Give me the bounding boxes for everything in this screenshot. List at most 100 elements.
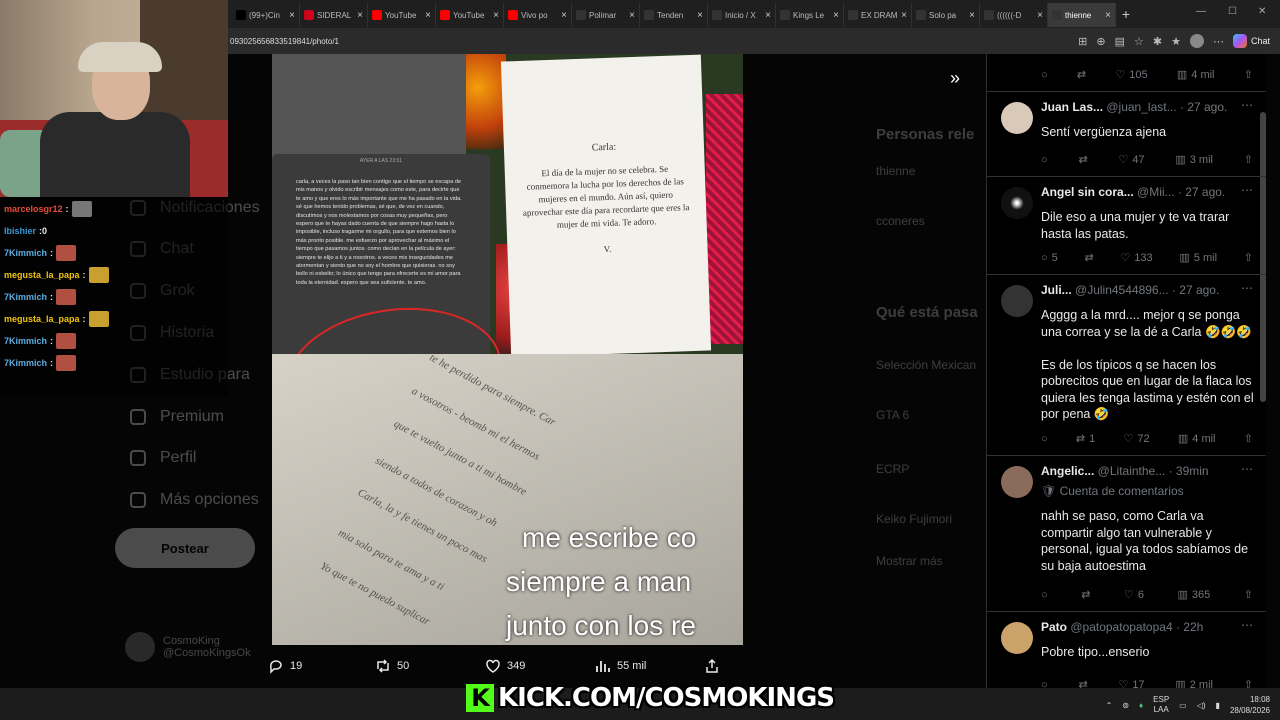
reply-author-name[interactable]: Pato <box>1041 620 1067 634</box>
nav-item[interactable]: Premium <box>130 408 224 426</box>
tab-close-icon[interactable]: × <box>1105 10 1111 21</box>
browser-tab[interactable]: EX DRAM × <box>844 3 912 27</box>
new-tab-button[interactable]: + <box>1116 6 1136 22</box>
tab-close-icon[interactable]: × <box>833 10 839 21</box>
tab-close-icon[interactable]: × <box>357 10 363 21</box>
tab-close-icon[interactable]: × <box>901 10 907 21</box>
reply-item[interactable]: Juli... @Julin4544896... · 27 ago. ⋯ Agggg… <box>987 275 1266 456</box>
tab-close-icon[interactable]: × <box>969 10 975 21</box>
chat-username[interactable]: 7Kimmich <box>4 248 47 258</box>
battery-icon[interactable]: ▮ <box>1216 701 1220 710</box>
reply-repost-action[interactable]: ⇄ <box>1081 588 1090 601</box>
reply-item[interactable]: ○ ⇄ ♡ 105 ▥ 4 mil ⇧ <box>987 54 1266 92</box>
tab-close-icon[interactable]: × <box>765 10 771 21</box>
tab-close-icon[interactable]: × <box>697 10 703 21</box>
avatar[interactable] <box>1001 466 1033 498</box>
reader-icon[interactable]: ▤ <box>1115 35 1125 48</box>
browser-tab[interactable]: Tenden × <box>640 3 708 27</box>
reply-repost-action[interactable]: ⇄ <box>1078 678 1087 688</box>
reply-author-name[interactable]: Angel sin cora... <box>1041 185 1134 199</box>
chat-username[interactable]: Ibishier <box>4 226 36 236</box>
reply-reply-action[interactable]: ○ <box>1041 69 1048 81</box>
reply-reply-action[interactable]: ○ <box>1041 154 1048 166</box>
volume-icon[interactable]: ◁) <box>1197 701 1206 710</box>
views-action[interactable]: 55 mil <box>595 658 646 674</box>
reply-heart-action[interactable]: ♡ 133 <box>1120 251 1152 265</box>
extension-icon[interactable]: ✱ <box>1153 35 1162 48</box>
tray-arrow-icon[interactable]: ⌃ <box>1106 701 1113 710</box>
browser-tab[interactable]: thienne × <box>1048 3 1116 27</box>
profile-icon[interactable] <box>1189 34 1204 48</box>
display-icon[interactable]: ▭ <box>1179 701 1187 710</box>
avatar[interactable] <box>1001 187 1033 219</box>
favorite-icon[interactable]: ☆ <box>1134 35 1144 48</box>
like-action[interactable]: 349 <box>485 658 525 674</box>
reply-views-action[interactable]: ▥ 3 mil <box>1175 153 1213 167</box>
avatar[interactable] <box>1001 622 1033 654</box>
reply-author-name[interactable]: Juli... <box>1041 283 1072 297</box>
expand-sidebar-icon[interactable]: » <box>950 68 960 89</box>
chat-username[interactable]: marcelosgr12 <box>4 204 63 214</box>
chat-username[interactable]: megusta_la_papa <box>4 270 80 280</box>
language-indicator[interactable]: ESP LAA <box>1153 695 1169 715</box>
more-options-icon[interactable]: ⋯ <box>1241 618 1253 632</box>
nav-item[interactable]: Más opciones <box>130 491 259 509</box>
url-text[interactable]: 093025656833519841/photo/1 <box>228 37 339 46</box>
reply-share-action[interactable]: ⇧ <box>1244 153 1253 166</box>
avatar[interactable] <box>1001 102 1033 134</box>
chat-username[interactable]: 7Kimmich <box>4 292 47 302</box>
avatar[interactable] <box>1001 285 1033 317</box>
mic-icon[interactable]: ♦ <box>1139 701 1143 710</box>
chat-username[interactable]: 7Kimmich <box>4 358 47 368</box>
tab-close-icon[interactable]: × <box>629 10 635 21</box>
reply-action[interactable]: 19 <box>268 658 302 674</box>
reply-item[interactable]: Juan Las... @juan_last... · 27 ago. ⋯ Sent… <box>987 92 1266 177</box>
reply-repost-action[interactable]: ⇄ <box>1085 251 1094 264</box>
tab-close-icon[interactable]: × <box>289 10 295 21</box>
reply-views-action[interactable]: ▥ 5 mil <box>1179 251 1217 265</box>
reply-heart-action[interactable]: ♡ 6 <box>1124 588 1144 602</box>
browser-tab[interactable]: Vivo po × <box>504 3 572 27</box>
maximize-button[interactable]: ☐ <box>1228 6 1237 17</box>
address-bar[interactable]: 093025656833519841/photo/1 ⊞ ⊕ ▤ ☆ ✱ ★ ⋯… <box>228 28 1280 54</box>
browser-tab[interactable]: Solo pa × <box>912 3 980 27</box>
reply-heart-action[interactable]: ♡ 72 <box>1124 432 1150 446</box>
more-options-icon[interactable]: ⋯ <box>1241 462 1253 476</box>
reply-share-action[interactable]: ⇧ <box>1244 678 1253 688</box>
reply-views-action[interactable]: ▥ 365 <box>1177 588 1210 602</box>
reply-heart-action[interactable]: ♡ 17 <box>1118 678 1144 689</box>
reply-item[interactable]: Pato @patopatopatopa4 · 22h ⋯ Pobre tipo..… <box>987 612 1266 688</box>
reply-item[interactable]: Angelic... @Litainthe... · 39min ⋯ 🛡 Cuent… <box>987 456 1266 612</box>
tab-close-icon[interactable]: × <box>425 10 431 21</box>
reply-author-name[interactable]: Juan Las... <box>1041 100 1103 114</box>
browser-tab[interactable]: ((((((-D × <box>980 3 1048 27</box>
more-options-icon[interactable]: ⋯ <box>1241 281 1253 295</box>
reply-item[interactable]: Angel sin cora... @Mii... · 27 ago. ⋯ Dile… <box>987 177 1266 275</box>
zoom-icon[interactable]: ⊕ <box>1096 35 1105 48</box>
copilot-chat-button[interactable]: Chat <box>1232 34 1270 48</box>
reply-author-name[interactable]: Angelic... <box>1041 464 1094 478</box>
browser-tab[interactable]: SIDERAL × <box>300 3 368 27</box>
repost-action[interactable]: 50 <box>375 658 409 674</box>
close-window-button[interactable]: ✕ <box>1258 6 1266 17</box>
reply-heart-action[interactable]: ♡ 105 <box>1115 68 1147 82</box>
reply-heart-action[interactable]: ♡ 47 <box>1118 153 1144 167</box>
browser-tab[interactable]: Kings Le × <box>776 3 844 27</box>
reply-repost-action[interactable]: ⇄ <box>1077 68 1086 81</box>
network-icon[interactable]: ⊚ <box>1122 701 1129 710</box>
reply-reply-action[interactable]: ○ <box>1041 589 1048 601</box>
post-button[interactable]: Postear <box>115 528 255 568</box>
collections-icon[interactable]: ★ <box>1171 35 1181 48</box>
reply-repost-action[interactable]: ⇄ <box>1078 153 1087 166</box>
reply-reply-action[interactable]: ○ 5 <box>1041 252 1058 264</box>
browser-tab[interactable]: Polimar × <box>572 3 640 27</box>
chat-username[interactable]: 7Kimmich <box>4 336 47 346</box>
tab-close-icon[interactable]: × <box>561 10 567 21</box>
browser-tab[interactable]: YouTube × <box>368 3 436 27</box>
reply-share-action[interactable]: ⇧ <box>1244 432 1253 445</box>
reply-views-action[interactable]: ▥ 4 mil <box>1177 68 1215 82</box>
browser-tab[interactable]: YouTube × <box>436 3 504 27</box>
reply-share-action[interactable]: ⇧ <box>1244 251 1253 264</box>
apps-icon[interactable]: ⊞ <box>1078 35 1087 48</box>
browser-tab[interactable]: (99+)Cin × <box>232 3 300 27</box>
